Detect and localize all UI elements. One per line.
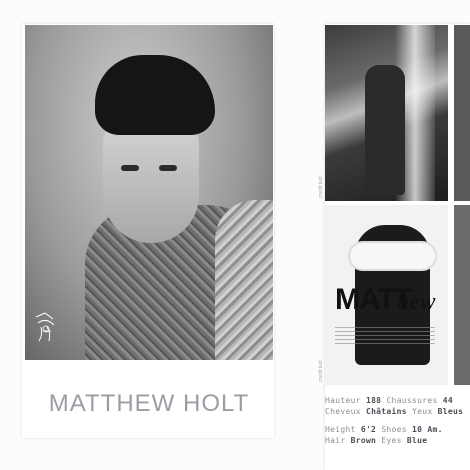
model-measurements: Hauteur 188 Chaussures 44 Cheveux Châtai… [325,395,470,446]
eye-left-shape [121,165,139,171]
model-name: MATTHEW HOLT [48,390,250,417]
shoes-label: Shoes [381,425,407,434]
yeux-label: Yeux [412,407,433,416]
hauteur-label: Hauteur [325,396,361,405]
editorial-photo-edge-top [454,25,470,201]
editorial-photo-waterfall [325,25,448,201]
editorial-caption-text [335,327,435,345]
hair-label: Hair [325,436,346,445]
eye-right-shape [159,165,177,171]
main-portrait-photo [25,25,273,360]
photo-credit-b: credit text [318,360,324,382]
cheveux-label: Cheveux [325,407,361,416]
hair-value: Brown [350,436,377,445]
editorial-photo-edge-bottom [454,205,470,385]
overcoat-figure-shape [365,65,405,195]
shoes-value: 10 Am. [412,425,443,434]
stats-row-fr-2: Cheveux Châtains Yeux Bleus [325,406,470,417]
height-label: Height [325,425,356,434]
hair-shape [95,55,215,135]
height-value: 6'2 [360,425,377,434]
editorial-title-script: hew [397,289,436,315]
chaussures-value: 44 [442,396,453,405]
stats-spacer [325,417,470,424]
cheveux-value: Châtains [365,407,407,416]
sweater-sleeve-shape [215,200,273,360]
hauteur-value: 188 [365,396,382,405]
eyes-value: Blue [406,436,428,445]
fur-collar-shape [350,243,435,269]
editorial-photo-magazine: MATT hew [325,205,448,385]
stats-row-en-2: Hair Brown Eyes Blue [325,435,470,446]
chaussures-label: Chaussures [386,396,438,405]
eyes-label: Eyes [381,436,402,445]
agency-logo-icon [35,312,55,342]
stats-row-en-1: Height 6'2 Shoes 10 Am. [325,424,470,435]
yeux-value: Bleus [437,407,464,416]
page-background: MATTHEW HOLT MATT hew credit text credit… [0,0,470,470]
stats-row-fr-1: Hauteur 188 Chaussures 44 [325,395,470,406]
photo-credit-a: credit text [318,176,324,198]
